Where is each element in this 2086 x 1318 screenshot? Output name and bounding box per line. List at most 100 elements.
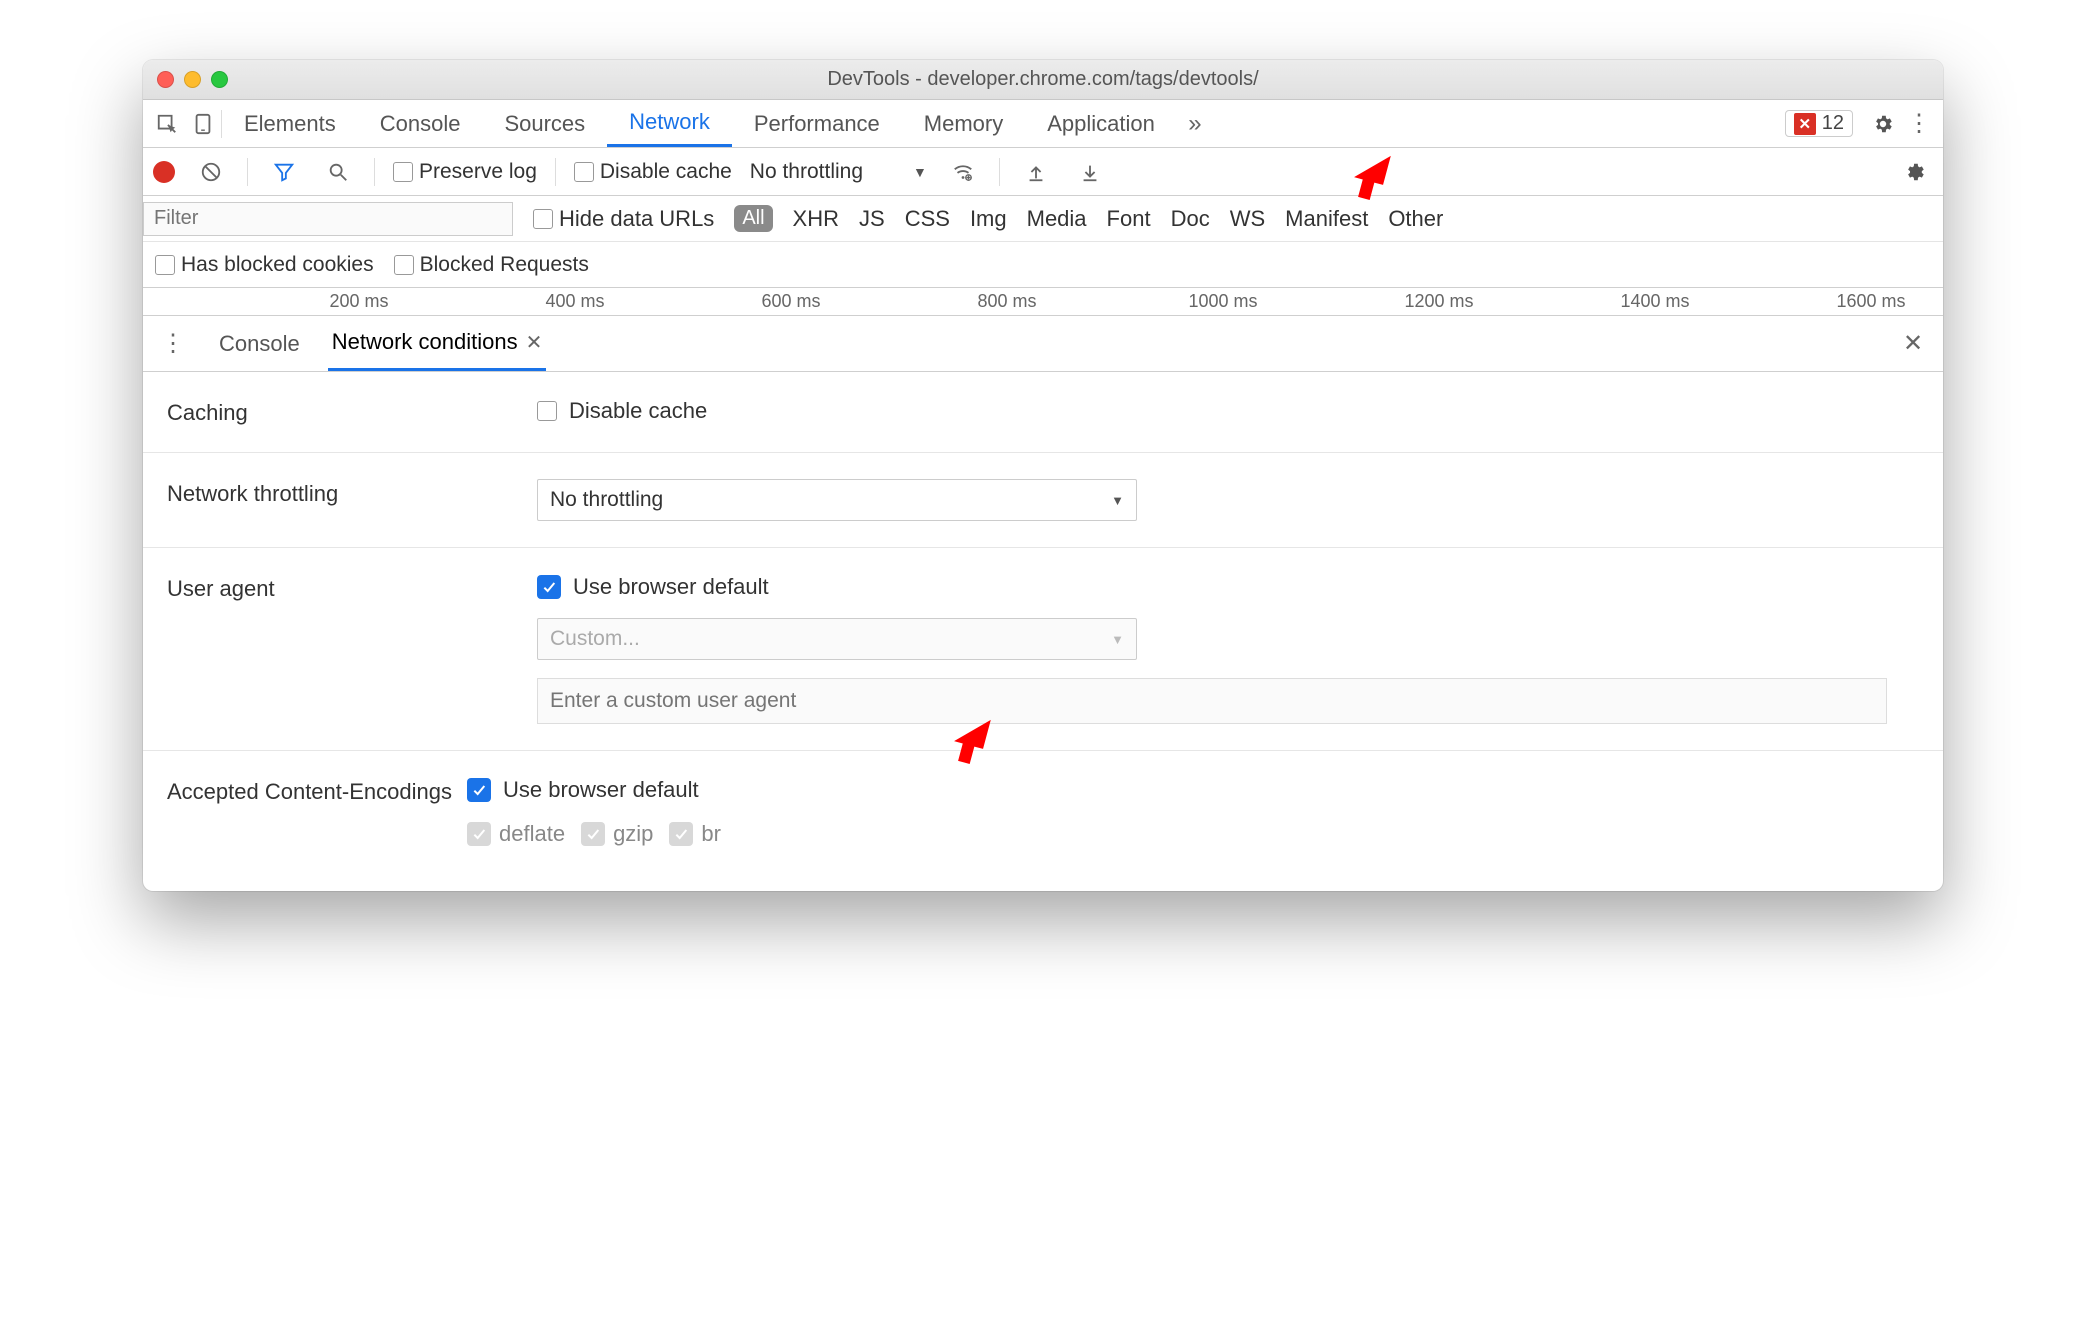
ruler-tick: 800 ms [977, 291, 1036, 312]
close-drawer-icon[interactable]: ✕ [1895, 326, 1931, 362]
ruler-tick: 600 ms [761, 291, 820, 312]
filter-type-css[interactable]: CSS [905, 206, 950, 232]
filter-type-xhr[interactable]: XHR [793, 206, 839, 232]
encodings-use-default-checkbox[interactable]: Use browser default [467, 777, 1919, 803]
inspect-element-icon[interactable] [149, 106, 185, 142]
chevron-down-icon: ▼ [1111, 493, 1124, 508]
timeline-ruler[interactable]: 200 ms 400 ms 600 ms 800 ms 1000 ms 1200… [143, 288, 1943, 316]
record-button[interactable] [153, 161, 175, 183]
settings-gear-icon[interactable] [1865, 106, 1901, 142]
tab-memory[interactable]: Memory [902, 100, 1025, 147]
network-conditions-icon[interactable] [945, 154, 981, 190]
more-tabs-icon[interactable]: » [1177, 106, 1213, 142]
window-titlebar: DevTools - developer.chrome.com/tags/dev… [143, 60, 1943, 100]
divider [247, 158, 248, 186]
disable-cache-drawer-label: Disable cache [569, 398, 707, 424]
filter-funnel-icon[interactable] [266, 154, 302, 190]
caching-section: Caching Disable cache [143, 372, 1943, 453]
network-conditions-panel: Caching Disable cache Network throttling… [143, 372, 1943, 891]
checkbox-icon [537, 401, 557, 421]
drawer-tab-console-label: Console [219, 331, 300, 357]
hide-data-urls-label: Hide data URLs [559, 206, 714, 232]
filter-type-doc[interactable]: Doc [1171, 206, 1210, 232]
drawer-tab-network-conditions[interactable]: Network conditions ✕ [328, 316, 547, 371]
tab-sources[interactable]: Sources [482, 100, 607, 147]
errors-badge[interactable]: ✕ 12 [1785, 110, 1853, 137]
filter-row: Hide data URLs All XHR JS CSS Img Media … [143, 196, 1943, 242]
throttling-select[interactable]: No throttling ▼ [750, 160, 927, 184]
checkbox-icon [574, 162, 594, 182]
throttling-dropdown-value: No throttling [550, 488, 663, 512]
ruler-tick: 1400 ms [1620, 291, 1689, 312]
tab-network[interactable]: Network [607, 100, 732, 147]
throttling-value: No throttling [750, 160, 863, 184]
download-har-icon[interactable] [1072, 154, 1108, 190]
blocked-cookies-label: Has blocked cookies [181, 253, 374, 277]
encodings-label: Accepted Content-Encodings [167, 777, 467, 847]
blocked-requests-checkbox[interactable]: Blocked Requests [394, 253, 589, 277]
clear-log-icon[interactable] [193, 154, 229, 190]
close-tab-icon[interactable]: ✕ [526, 330, 543, 355]
ua-use-default-checkbox[interactable]: Use browser default [537, 574, 1919, 600]
chevron-down-icon: ▼ [913, 164, 927, 180]
errors-count: 12 [1822, 112, 1844, 135]
drawer-tab-console[interactable]: Console [215, 316, 304, 371]
checkbox-icon [394, 255, 414, 275]
encodings-section: Accepted Content-Encodings Use browser d… [143, 751, 1943, 873]
filter-type-font[interactable]: Font [1107, 206, 1151, 232]
kebab-menu-icon[interactable]: ⋮ [1901, 106, 1937, 142]
blocked-cookies-checkbox[interactable]: Has blocked cookies [155, 253, 374, 277]
tab-elements[interactable]: Elements [222, 100, 358, 147]
network-settings-gear-icon[interactable] [1897, 154, 1933, 190]
filter-type-js[interactable]: JS [859, 206, 885, 232]
drawer-kebab-icon[interactable]: ⋮ [155, 326, 191, 362]
hide-data-urls-checkbox[interactable]: Hide data URLs [533, 206, 714, 232]
tab-console[interactable]: Console [358, 100, 483, 147]
ua-custom-dropdown: Custom... ▼ [537, 618, 1137, 660]
ruler-tick: 1000 ms [1188, 291, 1257, 312]
preserve-log-label: Preserve log [419, 160, 537, 184]
checkbox-checked-icon [467, 778, 491, 802]
filter-input[interactable] [143, 202, 513, 236]
checkbox-icon [155, 255, 175, 275]
user-agent-label: User agent [167, 574, 537, 724]
disable-cache-label: Disable cache [600, 160, 732, 184]
ruler-tick: 400 ms [545, 291, 604, 312]
ua-custom-placeholder: Custom... [550, 627, 640, 651]
drawer-tabs: ⋮ Console Network conditions ✕ ✕ [143, 316, 1943, 372]
tab-performance[interactable]: Performance [732, 100, 902, 147]
search-icon[interactable] [320, 154, 356, 190]
ruler-tick: 200 ms [329, 291, 388, 312]
encoding-gzip: gzip [613, 821, 653, 847]
disable-cache-checkbox-drawer[interactable]: Disable cache [537, 398, 1919, 424]
filter-type-all[interactable]: All [734, 205, 772, 232]
ruler-tick: 1600 ms [1836, 291, 1905, 312]
throttling-dropdown[interactable]: No throttling ▼ [537, 479, 1137, 521]
device-toggle-icon[interactable] [185, 106, 221, 142]
preserve-log-checkbox[interactable]: Preserve log [393, 160, 537, 184]
filter-type-media[interactable]: Media [1027, 206, 1087, 232]
filter-type-img[interactable]: Img [970, 206, 1007, 232]
disable-cache-checkbox[interactable]: Disable cache [574, 160, 732, 184]
devtools-window: DevTools - developer.chrome.com/tags/dev… [143, 60, 1943, 891]
chevron-down-icon: ▼ [1111, 632, 1124, 647]
network-toolbar: Preserve log Disable cache No throttling… [143, 148, 1943, 196]
encoding-br: br [701, 821, 721, 847]
blocked-requests-label: Blocked Requests [420, 253, 589, 277]
error-x-icon: ✕ [1794, 113, 1816, 135]
filter-type-ws[interactable]: WS [1230, 206, 1265, 232]
ua-use-default-label: Use browser default [573, 574, 769, 600]
ua-custom-input [537, 678, 1887, 724]
upload-har-icon[interactable] [1018, 154, 1054, 190]
throttling-section: Network throttling No throttling ▼ [143, 453, 1943, 548]
checkbox-disabled-icon [669, 822, 693, 846]
checkbox-checked-icon [537, 575, 561, 599]
checkbox-icon [393, 162, 413, 182]
divider [555, 158, 556, 186]
checkbox-disabled-icon [467, 822, 491, 846]
divider [374, 158, 375, 186]
encodings-use-default-label: Use browser default [503, 777, 699, 803]
drawer-tab-netcond-label: Network conditions [332, 329, 518, 355]
tab-application[interactable]: Application [1025, 100, 1177, 147]
encoding-deflate: deflate [499, 821, 565, 847]
